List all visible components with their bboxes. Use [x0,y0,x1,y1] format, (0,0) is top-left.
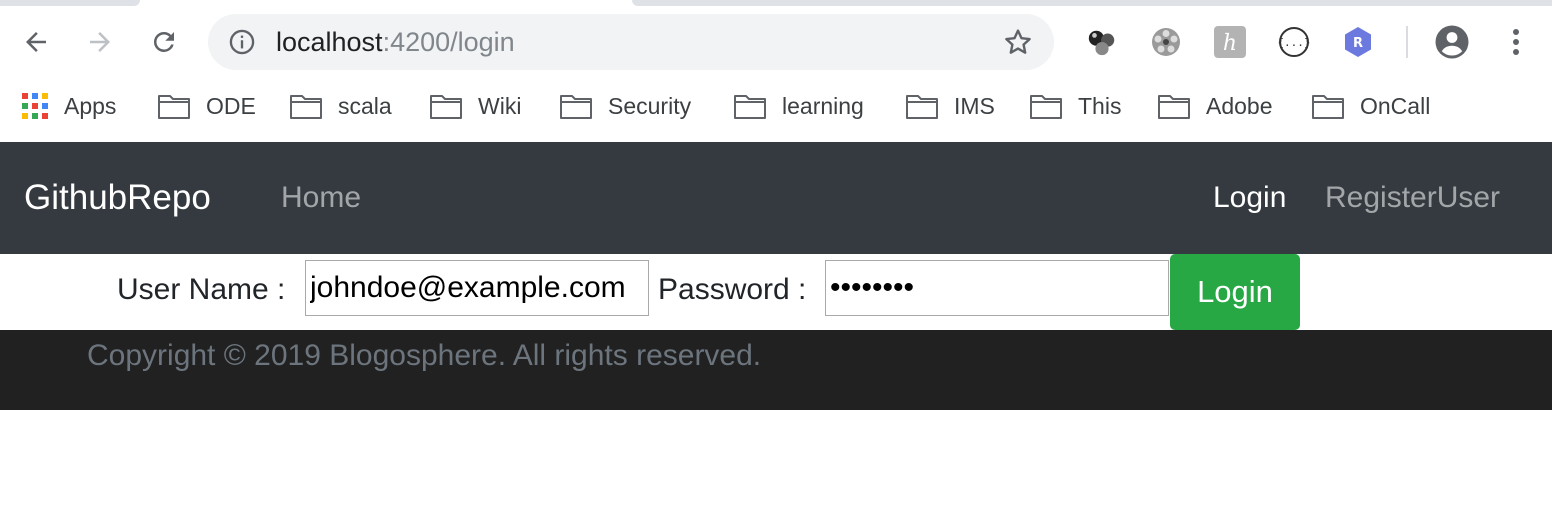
bookmark-folder-ims[interactable]: IMS [906,90,995,122]
nav-register-link[interactable]: RegisterUser [1325,180,1500,216]
bookmark-label: IMS [954,92,995,119]
bookmark-label: Security [608,92,692,119]
bookmark-label: OnCall [1360,92,1431,119]
back-button[interactable] [14,20,58,64]
menu-button[interactable] [1500,24,1532,60]
brand-link[interactable]: GithubRepo [24,178,211,218]
bookmark-folder-wiki[interactable]: Wiki [430,90,521,122]
folder-icon [158,95,190,119]
bookmark-folder-learning[interactable]: learning [734,90,864,122]
toolbar-divider [1406,26,1408,58]
reload-icon [153,31,174,52]
password-input[interactable] [825,260,1169,316]
bookmark-label: Wiki [478,92,522,119]
bookmark-folder-scala[interactable]: scala [290,90,392,122]
more-vert-icon [1513,29,1519,55]
nav-home-link[interactable]: Home [281,180,361,216]
folder-icon [906,95,938,119]
star-icon[interactable] [1002,26,1034,58]
password-label: Password : [658,273,807,306]
bookmark-folder-security[interactable]: Security [560,90,691,122]
balls-icon[interactable] [1086,26,1118,58]
username-label: User Name : [117,273,286,306]
bookmark-apps[interactable]: Apps [22,90,116,122]
account-icon[interactable] [1434,24,1470,60]
r-badge-icon[interactable]: R [1342,26,1374,58]
folder-icon [1030,95,1062,119]
bookmark-folder-ode[interactable]: ODE [158,90,256,122]
folder-icon [560,95,592,119]
bookmark-label: Apps [64,92,117,119]
folder-icon [1312,95,1344,119]
login-form: User Name : Password : Login [0,254,1552,330]
url-host: localhost [276,27,383,57]
url-text[interactable]: localhost:4200/login [276,28,515,56]
login-button[interactable]: Login [1170,254,1300,330]
url-path: :4200/login [382,27,515,57]
folder-icon [1158,95,1190,119]
json-braces-icon[interactable]: {...} [1278,26,1310,58]
arrow-right-icon [90,32,110,52]
bookmark-label: Adobe [1206,92,1273,119]
copyright-text: Copyright © 2019 Blogosphere. All rights… [87,339,762,372]
bookmark-folder-this[interactable]: This [1030,90,1121,122]
bookmark-label: learning [782,92,864,119]
folder-icon [734,95,766,119]
svg-text:h: h [1223,31,1237,56]
address-bar[interactable]: localhost:4200/login [208,14,1054,70]
reload-button[interactable] [142,20,186,64]
bookmarks-bar: Apps ODE scala Wiki Security learning IM… [0,78,1552,143]
username-input[interactable] [305,260,649,316]
info-icon[interactable] [228,28,256,56]
arrow-left-icon [26,32,46,52]
folder-icon [290,95,322,119]
app-navbar: GithubRepo Home Login RegisterUser [0,142,1552,254]
page-footer: Copyright © 2019 Blogosphere. All rights… [0,330,1552,410]
svg-text:{...}: {...} [1278,36,1310,49]
film-reel-icon[interactable] [1150,26,1182,58]
svg-text:R: R [1353,36,1363,51]
bookmark-label: This [1078,92,1122,119]
bookmark-folder-adobe[interactable]: Adobe [1158,90,1273,122]
nav-login-link[interactable]: Login [1213,180,1286,216]
folder-icon [430,95,462,119]
h-icon[interactable]: h [1214,26,1246,58]
bookmark-label: ODE [206,92,256,119]
browser-toolbar: localhost:4200/login h {...} R [0,6,1552,78]
forward-button[interactable] [78,20,122,64]
bookmark-folder-oncall[interactable]: OnCall [1312,90,1430,122]
bookmark-label: scala [338,92,392,119]
apps-grid-icon [22,93,48,119]
